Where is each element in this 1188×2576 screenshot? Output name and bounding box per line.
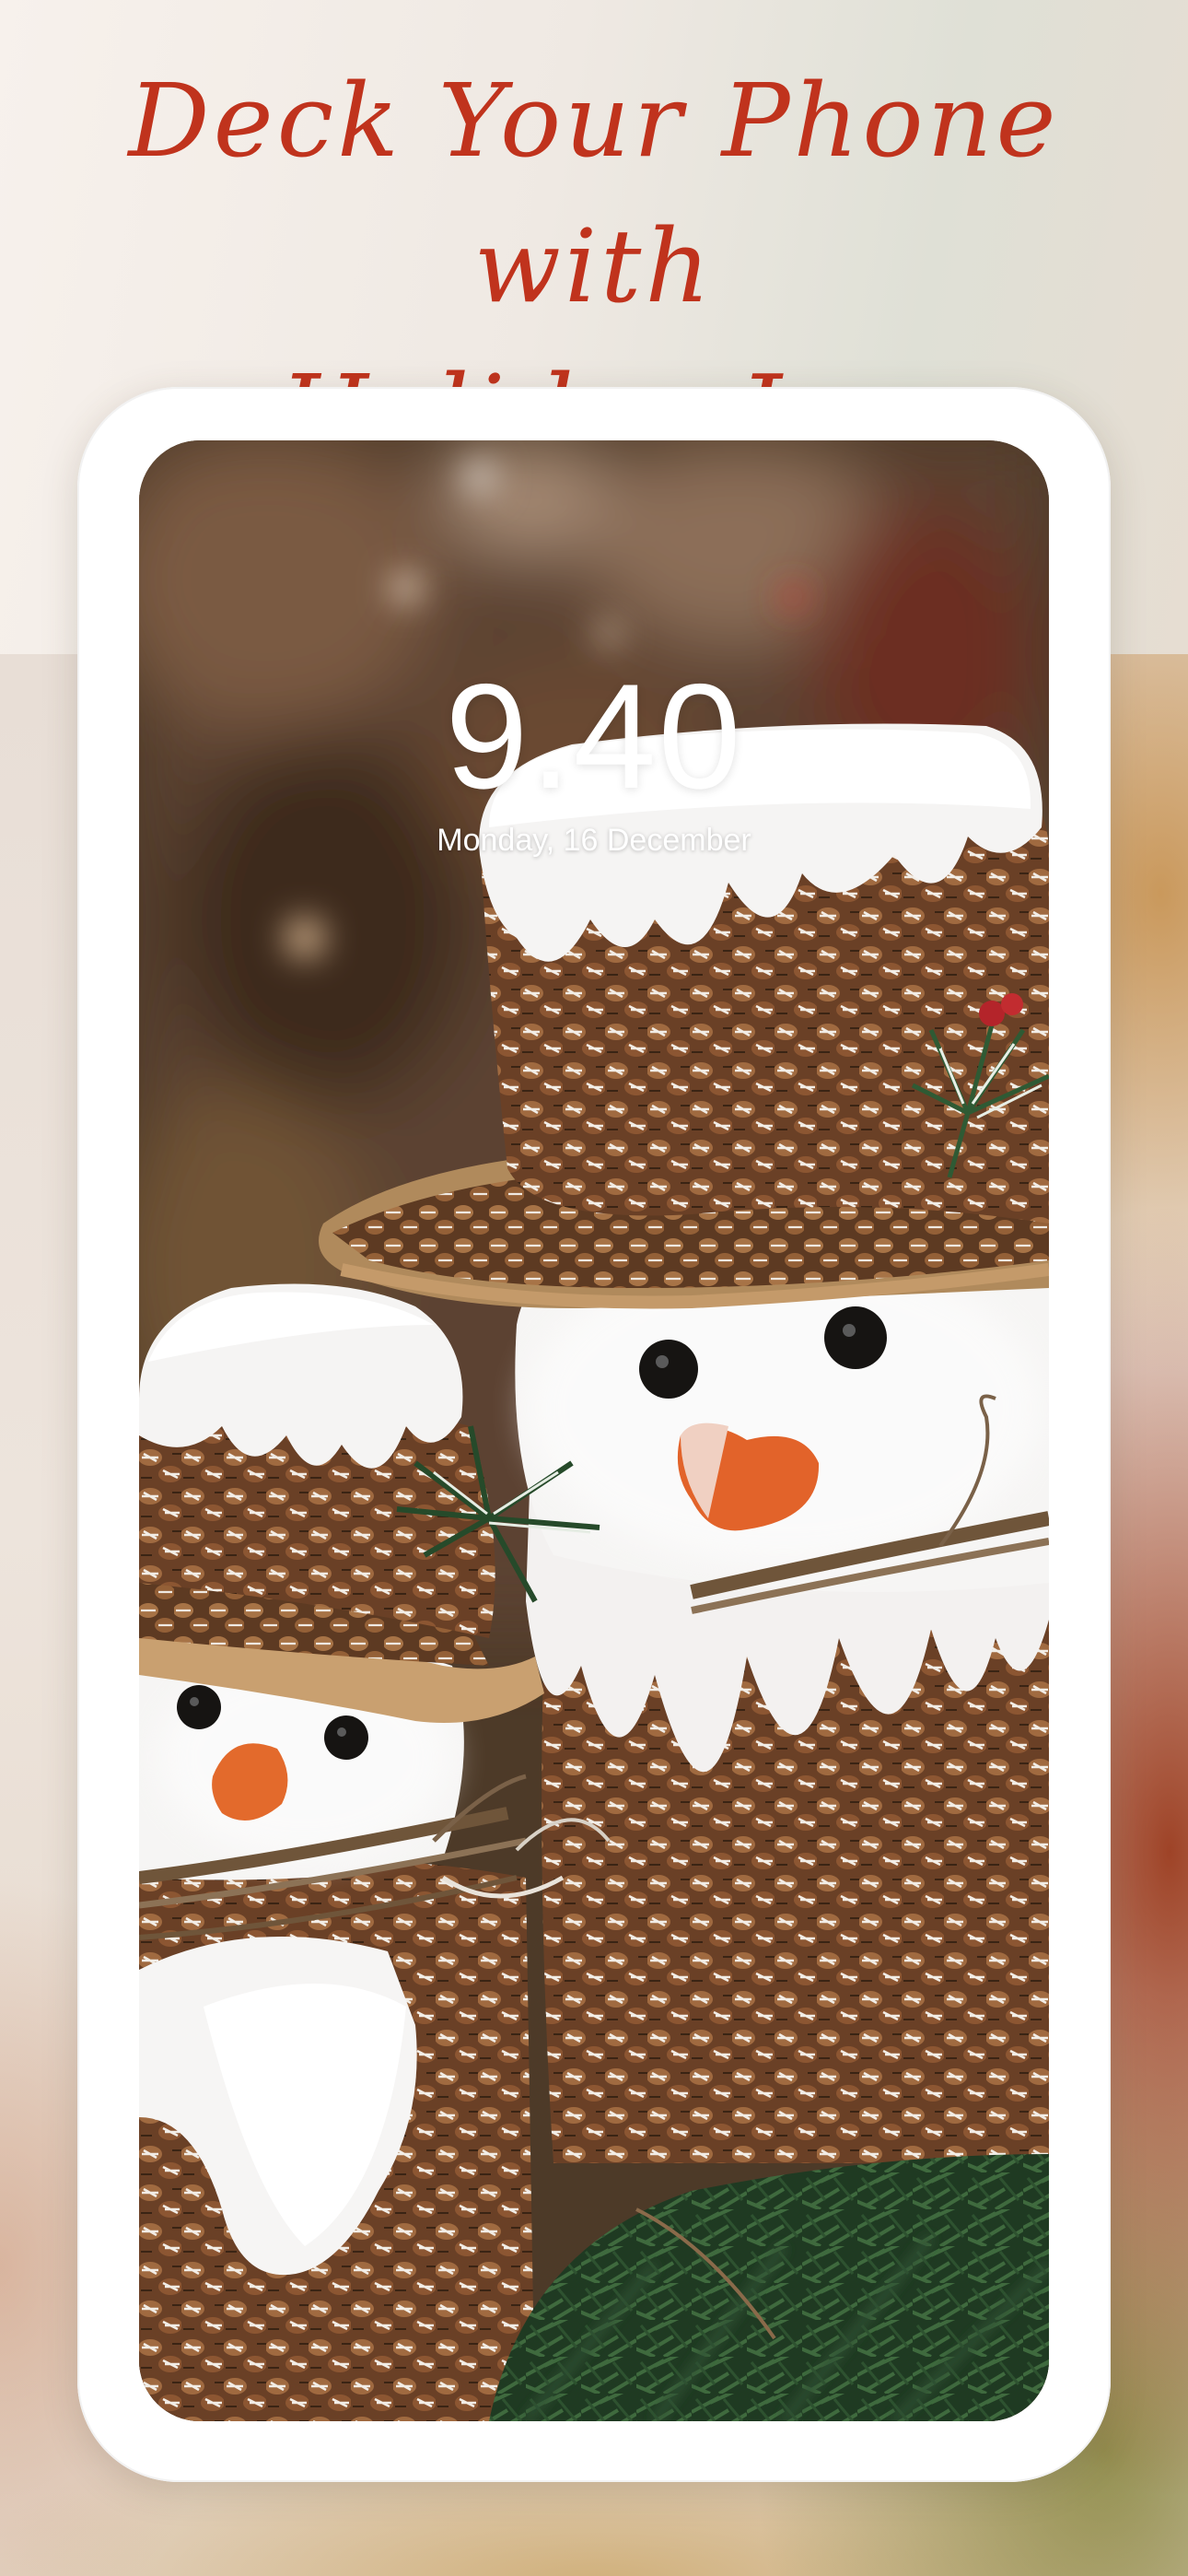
headline-line-1: Deck Your Phone with <box>128 62 1060 325</box>
lock-screen-date: Monday, 16 December <box>437 823 751 858</box>
phone-mockup: 9.40 Monday, 16 December <box>77 387 1111 2482</box>
lock-screen-time: 9.40 <box>445 653 743 820</box>
phone-screen: 9.40 Monday, 16 December <box>139 440 1049 2421</box>
